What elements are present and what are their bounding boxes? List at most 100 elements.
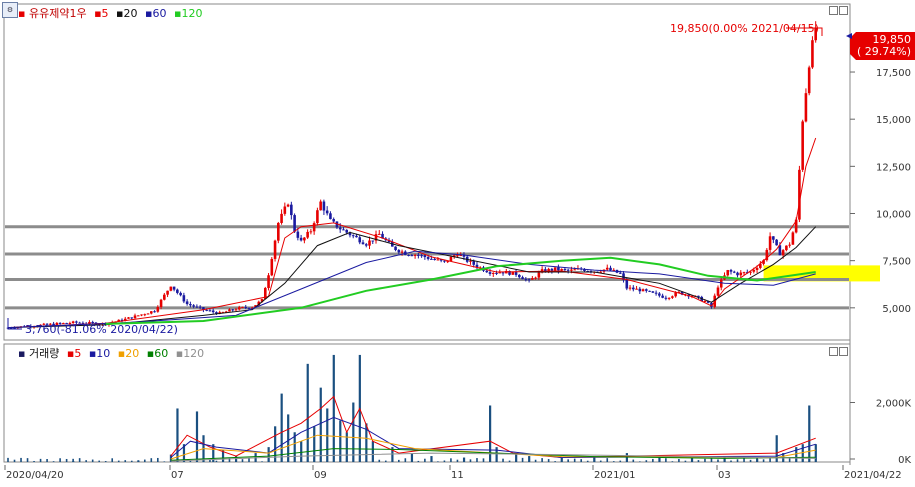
volume-bar — [560, 457, 563, 462]
candle-body — [290, 204, 293, 216]
volume-bar — [332, 354, 335, 462]
volume-bar — [417, 460, 420, 462]
volume-panel-minimize-icon[interactable] — [829, 347, 838, 356]
candle-body — [420, 255, 423, 257]
candle-body — [521, 277, 524, 280]
candle-body — [742, 272, 746, 274]
price-legend: ▪ 유유제약1우 ▪5 ▪20 ▪60 ▪120 — [18, 6, 202, 20]
candle-body — [169, 286, 173, 291]
candle-body — [570, 269, 573, 271]
candle-body — [280, 213, 283, 223]
volume-bar — [293, 460, 296, 462]
price-panel-minimize-icon[interactable] — [829, 6, 838, 15]
price-y-tick-label: 12,500 — [876, 162, 911, 173]
volume-bar — [775, 461, 778, 462]
volume-bar — [476, 458, 478, 462]
candle-body — [645, 289, 648, 291]
volume-bar — [762, 459, 765, 462]
candle-body — [557, 267, 560, 271]
candle-body — [791, 232, 795, 245]
volume-bar — [306, 363, 309, 462]
candle-body — [136, 315, 140, 317]
volume-y-axis: 0K 2,000K — [850, 399, 911, 466]
candle-body — [149, 311, 153, 314]
volume-bar — [98, 460, 100, 462]
candle-body — [752, 269, 756, 272]
candle-body — [309, 231, 313, 233]
volume-bar — [502, 458, 504, 462]
candle-body — [495, 272, 498, 274]
volume-bar — [437, 461, 439, 462]
candle-body — [400, 251, 404, 253]
legend-ma20: 20 — [124, 7, 138, 20]
candle-body — [671, 296, 674, 298]
candle-body — [270, 258, 274, 276]
candle-body — [198, 306, 202, 308]
candle-body — [661, 295, 664, 298]
candle-body — [491, 272, 495, 274]
volume-bar — [723, 458, 726, 462]
candle-body — [332, 219, 335, 222]
volume-bar — [619, 460, 622, 462]
candle-body — [518, 274, 521, 278]
volume-bar — [469, 459, 472, 462]
volume-bar — [313, 426, 316, 462]
volume-bar — [580, 459, 582, 462]
legend-ma5: 5 — [102, 7, 109, 20]
volume-legend: ▪ 거래량 ▪5 ▪10 ▪20 ▪60 ▪120 — [18, 347, 204, 360]
volume-bar — [235, 461, 237, 462]
volume-bar — [384, 460, 387, 462]
volume-bar — [52, 461, 55, 462]
candle-body — [153, 311, 156, 313]
volume-y-tick-label: 2,000K — [876, 399, 912, 410]
volume-bar — [482, 458, 485, 462]
candle-body — [638, 288, 642, 292]
current-price-change: ( 29.74%) — [857, 45, 911, 58]
volume-bar — [756, 458, 758, 462]
candle-body — [449, 256, 453, 262]
candle-body — [658, 293, 661, 296]
candle-body — [501, 272, 505, 274]
candle-body — [306, 231, 309, 238]
chart-canvas: 5,000 7,500 10,000 12,500 15,000 17,500 0K 2,0… — [3, 3, 915, 481]
candle-body — [527, 279, 531, 281]
date-x-axis: 2020/04/20 07 09 11 2021/01 03 2021/04/22 — [4, 465, 902, 481]
volume-bar — [65, 458, 68, 462]
candle-body — [768, 236, 772, 250]
volume-bar — [788, 458, 791, 462]
chart-settings-icon[interactable]: ⚙ — [2, 2, 18, 18]
candle-body — [397, 250, 401, 253]
legend-ma60: 60 — [152, 7, 166, 20]
candle-body — [801, 121, 804, 170]
price-panel-maximize-icon[interactable] — [839, 6, 848, 15]
volume-bar — [157, 457, 159, 462]
volume-bar — [658, 461, 661, 462]
volume-bar — [528, 456, 531, 462]
candle-body — [371, 240, 375, 242]
volume-bar — [85, 460, 87, 462]
volume-bar — [59, 458, 61, 462]
x-tick-label: 2021/04/22 — [844, 470, 902, 481]
candle-body — [211, 310, 215, 313]
volume-panel-maximize-icon[interactable] — [839, 347, 848, 356]
candle-body — [296, 231, 300, 238]
volume-bar — [808, 461, 810, 462]
legend-ma120: 120 — [181, 7, 202, 20]
candle-body — [651, 291, 655, 293]
volume-bar — [717, 459, 719, 462]
candle-body — [625, 279, 629, 289]
candle-body — [785, 245, 788, 251]
volume-bar — [345, 458, 348, 462]
volume-bar — [684, 460, 687, 462]
candle-body — [189, 304, 192, 306]
candle-body — [166, 290, 169, 295]
volume-bar — [358, 458, 361, 462]
volume-bar — [13, 459, 16, 462]
candle-body — [664, 297, 668, 299]
candle-body — [312, 223, 316, 232]
volume-bar — [72, 458, 74, 462]
x-tick-label: 11 — [451, 470, 464, 481]
candle-body — [172, 286, 176, 290]
volume-bar — [91, 459, 94, 462]
x-tick-label: 09 — [314, 470, 327, 481]
